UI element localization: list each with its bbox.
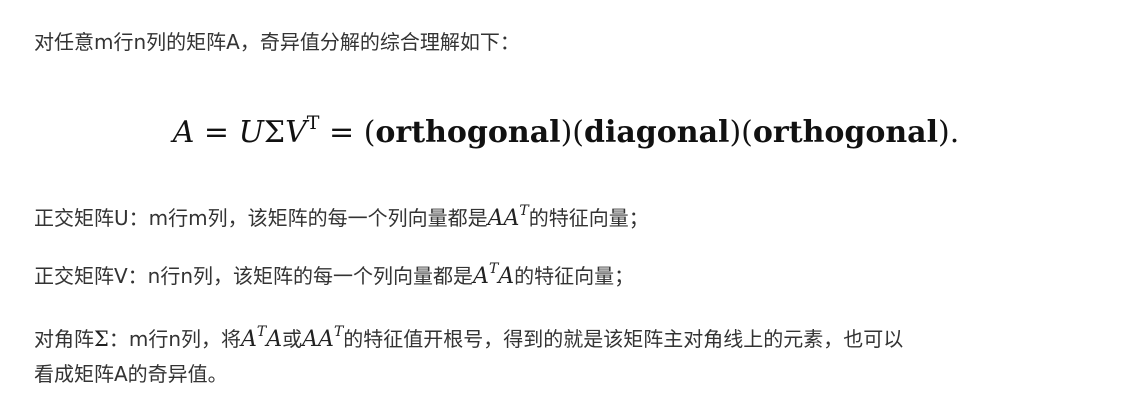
- formula-equals-2: =: [329, 115, 355, 150]
- sigma-line-prefix: 对角阵: [34, 327, 94, 351]
- document-page: { "intro": "对任意m行n列的矩阵A，奇异值分解的综合理解如下：", …: [0, 0, 1132, 400]
- formula-sigma: Σ: [263, 115, 286, 150]
- sigma-line-continuation: 看成矩阵A的奇异值。: [34, 362, 228, 386]
- sigma-math2-sup: T: [333, 324, 344, 340]
- v-line-prefix: 正交矩阵V：n行n列，该矩阵的每一个列向量都是: [34, 264, 474, 288]
- u-matrix-description: 正交矩阵U：m行m列，该矩阵的每一个列向量都是AAT的特征向量；: [34, 204, 649, 233]
- formula-paren-close-1: ): [560, 115, 573, 150]
- sigma-line-or: 或: [282, 327, 303, 351]
- formula-diagonal: diagonal: [584, 115, 730, 150]
- formula-orthogonal-2: orthogonal: [752, 115, 939, 150]
- formula-paren-open-1: (: [363, 115, 376, 150]
- u-line-suffix: 的特征向量；: [528, 206, 649, 230]
- sigma-matrix-description: 对角阵Σ：m行n列，将ATA或AAT的特征值开根号，得到的就是该矩阵主对角线上的…: [34, 325, 903, 354]
- sigma-line-part2: 的特征值开根号，得到的就是该矩阵主对角线上的元素，也可以: [343, 327, 904, 351]
- sigma-math1-b: A: [266, 327, 283, 352]
- svd-formula: A = UΣVT = (orthogonal)(diagonal)(orthog…: [0, 113, 1132, 153]
- intro-text: 对任意m行n列的矩阵A，奇异值分解的综合理解如下：: [34, 30, 520, 54]
- formula-equals-1: =: [203, 115, 230, 150]
- v-line-math-b: A: [498, 264, 515, 289]
- v-line-math: ATA: [473, 261, 515, 289]
- sigma-line-math-1: ATA: [241, 324, 283, 352]
- formula-transpose: T: [306, 112, 320, 134]
- sigma-line-part1: ：m行n列，将: [108, 327, 242, 351]
- sigma-math1-sup: T: [256, 324, 267, 340]
- v-matrix-description: 正交矩阵V：n行n列，该矩阵的每一个列向量都是ATA的特征向量；: [34, 262, 634, 291]
- formula-u: U: [238, 115, 264, 150]
- formula-paren-open-3: (: [741, 115, 753, 150]
- formula-paren-open-2: (: [572, 115, 584, 150]
- formula-v: V: [285, 115, 307, 150]
- sigma-math2-base: AA: [302, 327, 334, 352]
- sigma-math1-a: A: [241, 327, 257, 352]
- formula-paren-close-2: ): [729, 115, 742, 150]
- formula-period: .: [949, 115, 960, 150]
- u-line-math-sup: T: [519, 203, 529, 219]
- sigma-line-math-2: AAT: [302, 324, 344, 352]
- v-line-suffix: 的特征向量；: [514, 264, 635, 288]
- u-line-math: AAT: [487, 203, 529, 231]
- v-line-math-a: A: [473, 264, 489, 289]
- u-line-math-base: AA: [487, 206, 520, 231]
- formula-orthogonal-1: orthogonal: [375, 115, 561, 150]
- v-line-math-sup: T: [488, 261, 499, 277]
- u-line-prefix: 正交矩阵U：m行m列，该矩阵的每一个列向量都是: [34, 206, 488, 230]
- sigma-symbol: Σ: [94, 327, 109, 351]
- formula-a: A: [172, 115, 195, 150]
- formula-paren-close-3: ): [938, 115, 950, 150]
